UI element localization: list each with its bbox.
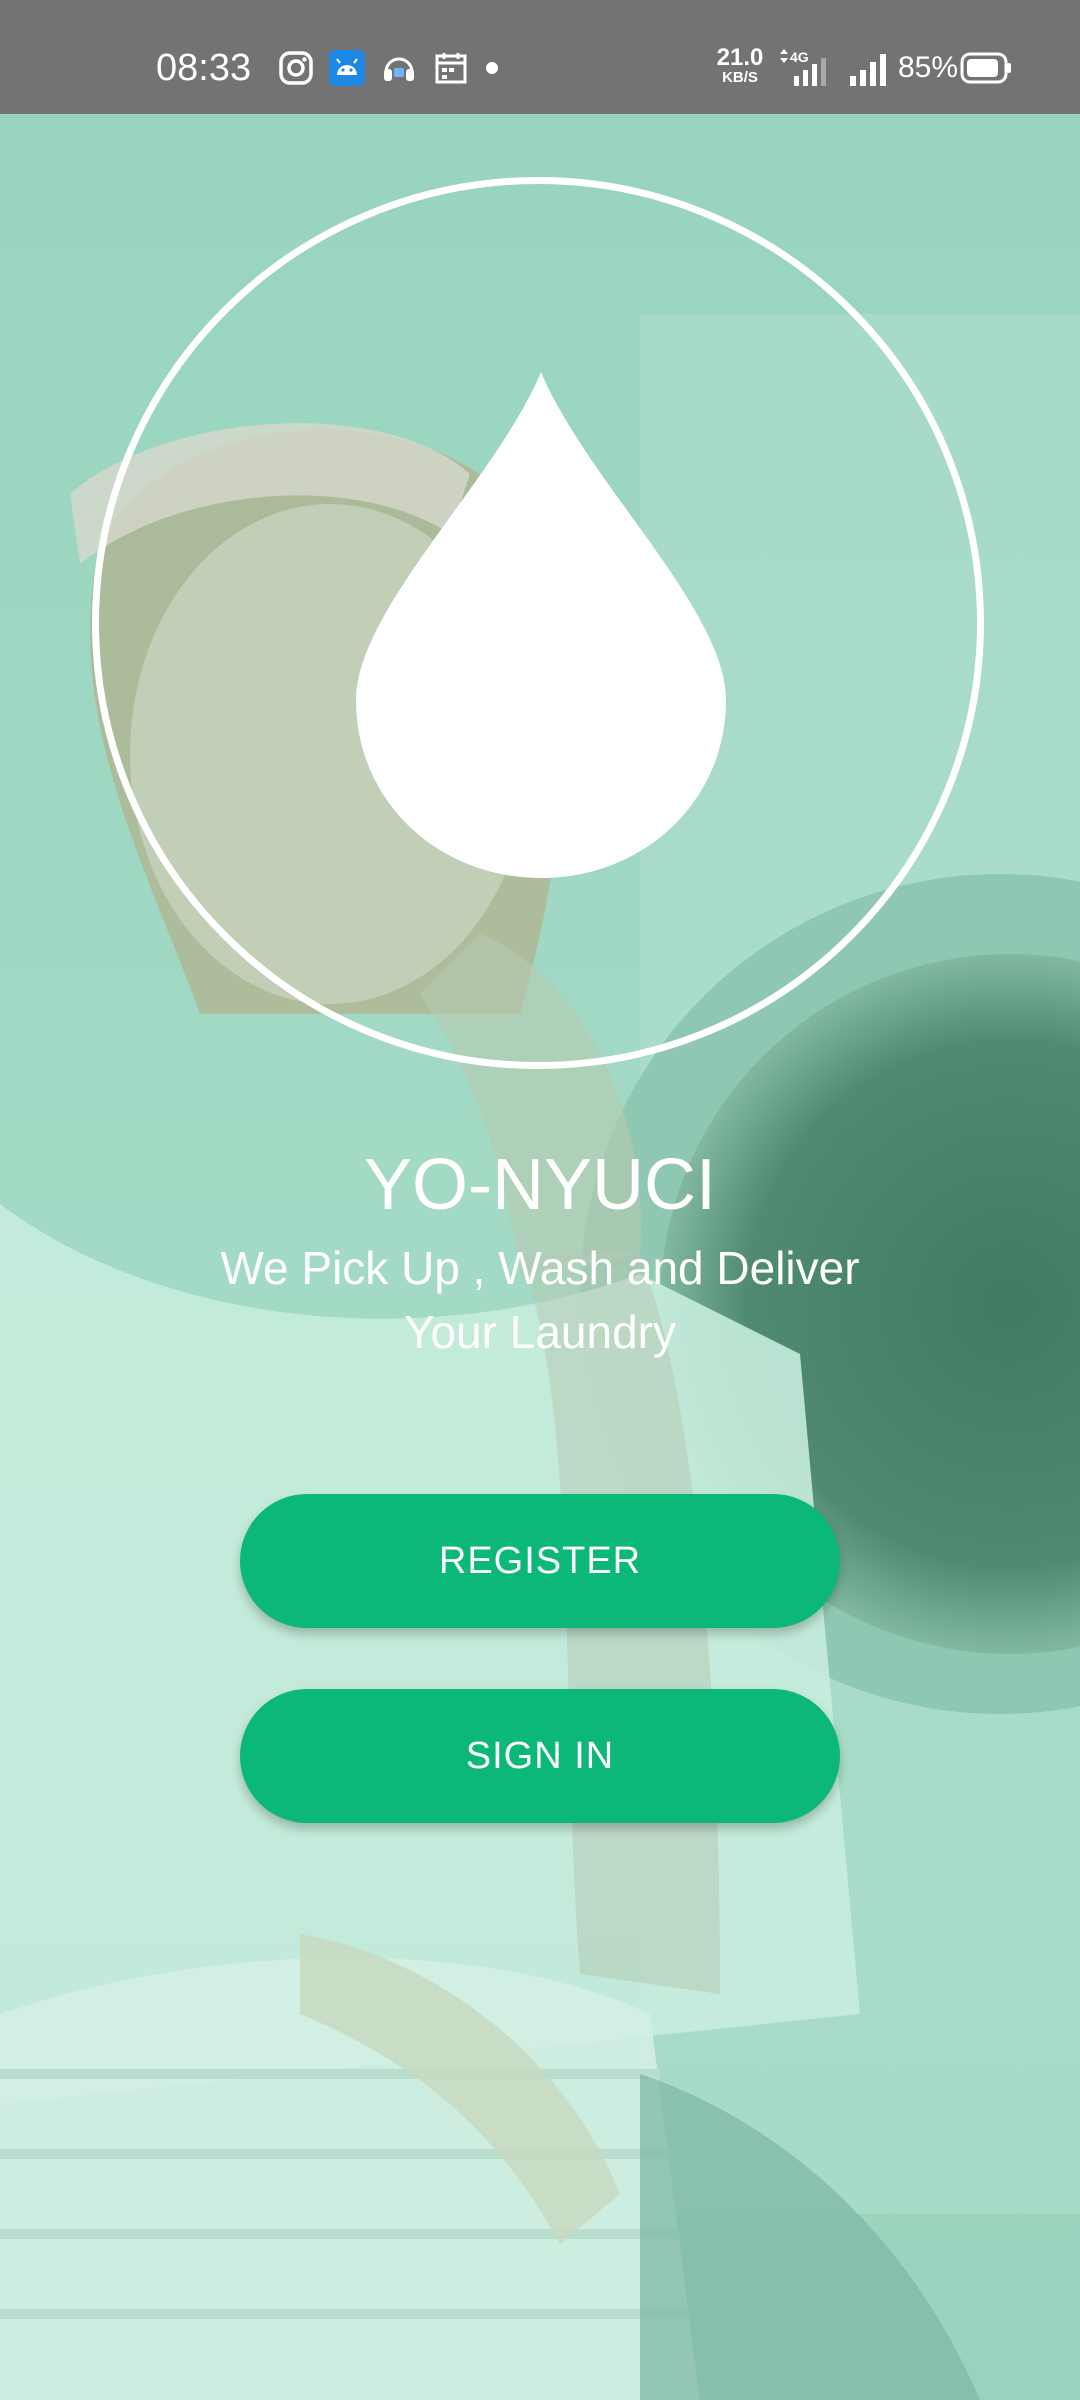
calendar-icon [435,53,467,84]
sign-in-button[interactable]: SIGN IN [240,1689,840,1823]
headset-icon [384,57,414,81]
network-speed: 21.0 KB/S [712,44,768,86]
network-speed-value: 21.0 [716,44,764,71]
water-drop-icon [356,372,726,878]
signal-strength-icon [850,54,886,86]
battery-percent: 85% [898,51,959,84]
android-notification-icon [329,50,365,86]
battery-icon [960,52,1011,84]
welcome-screen: 08:33 21.0 KB/S 4G 85% YO-NYUCI We Pick … [0,0,1080,2400]
mobile-data-4g-icon: 4G [780,49,826,86]
register-button[interactable]: REGISTER [240,1494,840,1628]
app-tagline: We Pick Up , Wash and Deliver Your Laund… [220,1242,860,1358]
instagram-icon [279,51,313,85]
status-bar: 08:33 21.0 KB/S 4G 85% [0,0,1080,114]
app-title: YO-NYUCI [363,1145,717,1225]
network-type-label: 4G [790,49,809,65]
status-time: 08:33 [156,47,252,89]
more-notifications-dot [486,62,498,74]
network-speed-unit: KB/S [722,69,758,86]
